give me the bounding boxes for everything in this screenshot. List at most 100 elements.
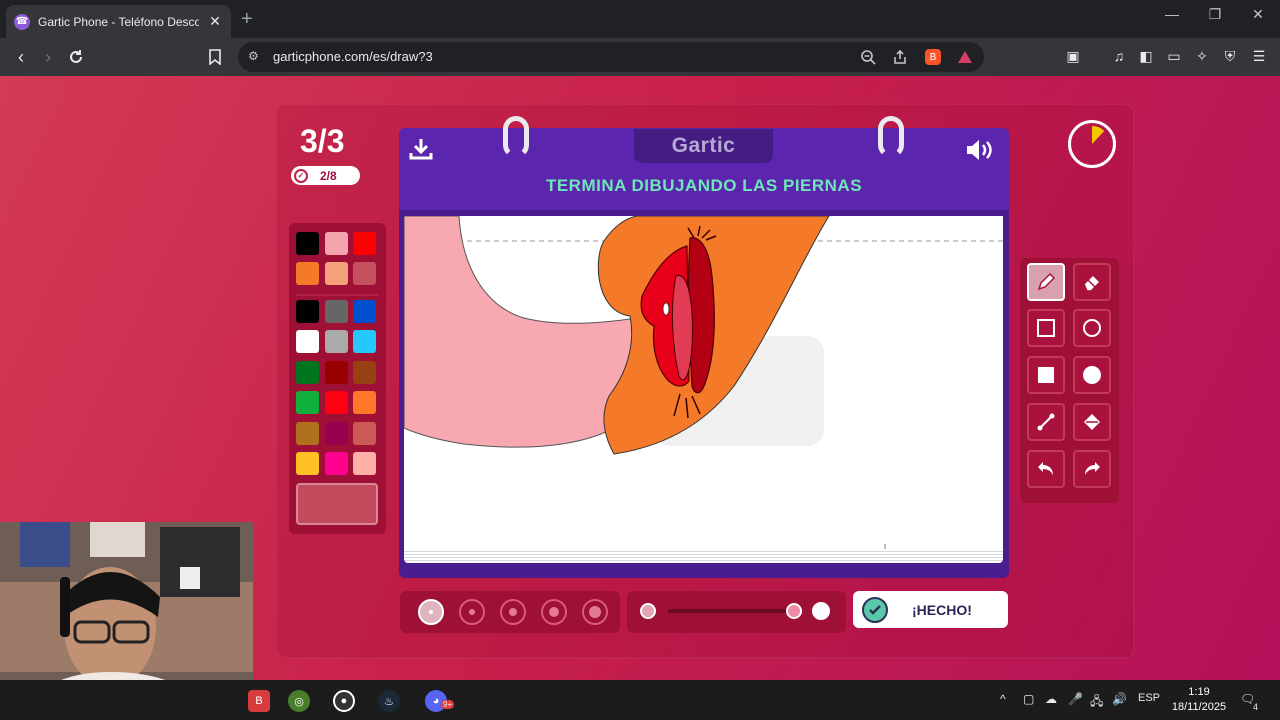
color-swatch[interactable] [296, 262, 319, 285]
drawing-prompt: TERMINA DIBUJANDO LAS PIERNAS [545, 176, 863, 195]
meet-now-icon[interactable]: ▢ [1023, 692, 1034, 706]
color-swatch[interactable] [296, 300, 319, 323]
steam-taskbar-icon[interactable]: ♨ [378, 690, 400, 712]
browser-toolbar: ‹ › ⚙ garticphone.com/es/draw?3 B ▣ ♫ ◧ … [0, 38, 1280, 76]
color-swatch[interactable] [296, 361, 319, 384]
obs-taskbar-icon[interactable]: ● [333, 690, 355, 712]
vpn-icon[interactable]: ⛨ [1220, 46, 1240, 66]
address-bar[interactable]: ⚙ garticphone.com/es/draw?3 B [238, 42, 984, 72]
windows-taskbar [0, 680, 1280, 720]
show-hidden-icons-icon[interactable]: ^ [1000, 692, 1006, 706]
redo-tool[interactable] [1073, 450, 1111, 488]
brush-size-5-button[interactable] [582, 599, 608, 625]
minimize-button[interactable]: — [1152, 6, 1192, 22]
discord-badge: 9+ [441, 700, 455, 709]
opacity-slider[interactable] [668, 609, 794, 613]
clock-time: 1:19 [1188, 686, 1210, 698]
color-swatch[interactable] [325, 391, 348, 414]
brush-size-2-button[interactable] [459, 599, 485, 625]
done-button[interactable]: ¡HECHO! [853, 591, 1008, 628]
new-tab-button[interactable]: + [241, 8, 253, 31]
color-swatch[interactable] [353, 452, 376, 475]
color-swatch[interactable] [296, 422, 319, 445]
color-swatch[interactable] [296, 232, 319, 255]
color-swatch[interactable] [353, 361, 376, 384]
onedrive-icon[interactable]: ☁ [1045, 692, 1057, 706]
brave-shields-icon[interactable]: B [925, 49, 941, 65]
color-swatch[interactable] [353, 422, 376, 445]
color-swatch[interactable] [325, 262, 348, 285]
clock-date: 18/11/2025 [1171, 701, 1227, 713]
media-icon[interactable]: ♫ [1109, 46, 1129, 66]
close-tab-icon[interactable]: ✕ [207, 13, 223, 30]
color-swatch[interactable] [353, 391, 376, 414]
brave-taskbar-icon[interactable]: B [248, 690, 270, 712]
color-swatch[interactable] [353, 300, 376, 323]
forward-icon[interactable]: › [37, 46, 59, 68]
color-swatch[interactable] [325, 232, 348, 255]
share-icon[interactable] [891, 48, 909, 66]
ellipse-fill-tool[interactable] [1073, 356, 1111, 394]
ellipse-outline-tool[interactable] [1073, 309, 1111, 347]
url-text: garticphone.com/es/draw?3 [273, 49, 433, 64]
restore-button[interactable]: ❐ [1195, 6, 1235, 23]
brush-size-4-button[interactable] [541, 599, 567, 625]
pencil-tool[interactable] [1027, 263, 1065, 301]
sidebar-icon[interactable]: ◧ [1136, 46, 1156, 66]
gartic-favicon-icon: ☎ [14, 13, 30, 30]
color-swatch[interactable] [325, 422, 348, 445]
line-tool[interactable] [1027, 403, 1065, 441]
fill-bucket-tool[interactable] [1073, 403, 1111, 441]
browser-tab[interactable]: ☎ Gartic Phone - Teléfono Descom ✕ [6, 5, 231, 38]
xbox-taskbar-icon[interactable]: ◎ [288, 690, 310, 712]
language-indicator[interactable]: ESP [1138, 692, 1160, 704]
system-clock[interactable]: 1:19 18/11/2025 [1166, 685, 1232, 715]
network-icon[interactable]: 🖧 [1090, 692, 1103, 713]
wallet-icon[interactable]: ▭ [1164, 46, 1184, 66]
players-done-badge: ✓ 2/8 [291, 166, 360, 185]
paper-pages-edge [404, 549, 1003, 563]
bookmark-icon[interactable] [204, 46, 226, 68]
close-window-button[interactable]: ✕ [1238, 6, 1278, 23]
tab-search-icon[interactable]: ▣ [1063, 46, 1083, 66]
color-swatch[interactable] [325, 300, 348, 323]
color-swatch[interactable] [325, 361, 348, 384]
microphone-icon[interactable]: 🎤 [1068, 692, 1083, 706]
check-icon [862, 596, 888, 623]
volume-tray-icon[interactable]: 🔊 [1112, 692, 1127, 706]
rectangle-outline-tool[interactable] [1027, 309, 1065, 347]
opacity-max-icon [812, 602, 830, 620]
opacity-slider-handle[interactable] [785, 603, 802, 619]
color-swatch[interactable] [296, 391, 319, 414]
brave-rewards-icon[interactable] [956, 48, 974, 66]
zoom-icon[interactable] [859, 48, 877, 66]
brush-size-dot [509, 608, 517, 616]
download-icon[interactable] [408, 136, 434, 162]
binder-ring-right [878, 116, 904, 158]
eraser-tool[interactable] [1073, 263, 1111, 301]
back-icon[interactable]: ‹ [10, 46, 32, 68]
color-swatch[interactable] [325, 452, 348, 475]
site-settings-icon[interactable]: ⚙ [248, 49, 264, 65]
leo-ai-icon[interactable]: ✧ [1192, 46, 1212, 66]
brush-size-3-button[interactable] [500, 599, 526, 625]
color-swatch[interactable] [296, 452, 319, 475]
round-timer [1068, 120, 1116, 168]
color-swatch[interactable] [353, 330, 376, 353]
palette-divider [296, 294, 378, 296]
color-swatch[interactable] [353, 262, 376, 285]
volume-icon[interactable] [964, 137, 996, 163]
color-swatch[interactable] [325, 330, 348, 353]
selected-color-preview[interactable] [296, 483, 378, 525]
undo-tool[interactable] [1027, 450, 1065, 488]
binder-ring-left [503, 116, 529, 158]
brush-size-dot [469, 609, 475, 615]
browser-tab-bar: ☎ Gartic Phone - Teléfono Descom ✕ + — ❐… [0, 0, 1280, 38]
menu-icon[interactable]: ☰ [1249, 46, 1269, 66]
brush-size-1-button[interactable] [418, 599, 444, 625]
drawing-canvas[interactable] [404, 216, 1003, 549]
rectangle-fill-tool[interactable] [1027, 356, 1065, 394]
color-swatch[interactable] [296, 330, 319, 353]
reload-icon[interactable] [65, 46, 87, 68]
color-swatch[interactable] [353, 232, 376, 255]
